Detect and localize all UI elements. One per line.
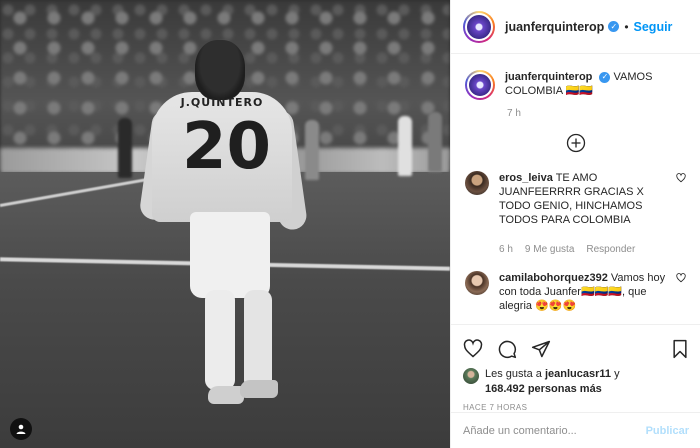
comment-item: eros_leiva TE AMO JUANFEERRRR GRACIAS X … bbox=[465, 171, 686, 257]
liker-avatar[interactable] bbox=[463, 368, 479, 384]
caption-username[interactable]: juanferquinterop bbox=[505, 71, 592, 83]
comment-username[interactable]: eros_leiva bbox=[499, 172, 553, 184]
player-shorts bbox=[190, 212, 270, 298]
commenter-avatar[interactable] bbox=[465, 271, 489, 295]
heart-icon[interactable] bbox=[676, 273, 686, 283]
comment-input[interactable] bbox=[463, 424, 646, 437]
caption: juanferquinterop ✓ VAMOS COLOMBIA 🇨🇴🇨🇴 bbox=[465, 70, 686, 100]
author-username[interactable]: juanferquinterop bbox=[505, 20, 604, 34]
likes-prefix: Les gusta a bbox=[485, 368, 542, 380]
post-sidebar: juanferquinterop ✓ • Seguir juanferquint… bbox=[450, 0, 700, 448]
share-icon[interactable] bbox=[531, 339, 551, 359]
comment-text: eros_leiva TE AMO JUANFEERRRR GRACIAS X … bbox=[499, 171, 670, 257]
likes-user[interactable]: jeanlucasr11 bbox=[545, 368, 611, 380]
heart-icon[interactable] bbox=[463, 339, 483, 359]
load-more-comments-button[interactable] bbox=[465, 133, 686, 153]
verified-icon: ✓ bbox=[599, 71, 611, 83]
bookmark-icon[interactable] bbox=[671, 339, 689, 359]
commenter-avatar[interactable] bbox=[465, 171, 489, 195]
caption-text: juanferquinterop ✓ VAMOS COLOMBIA 🇨🇴🇨🇴 bbox=[505, 70, 686, 98]
shirt-number: 20 bbox=[182, 110, 272, 184]
background-player bbox=[428, 112, 442, 172]
separator-dot: • bbox=[624, 19, 629, 34]
likes-joiner: y bbox=[614, 368, 620, 380]
likes-count[interactable]: 168.492 personas más bbox=[485, 383, 602, 395]
likes-text: Les gusta a jeanlucasr11 y 168.492 perso… bbox=[485, 367, 620, 397]
add-comment-bar: Publicar bbox=[451, 412, 700, 448]
comment-username[interactable]: camilabohorquez392 bbox=[499, 272, 608, 284]
comment-icon[interactable] bbox=[497, 339, 517, 359]
post-photo[interactable]: J.QUINTERO 20 bbox=[0, 0, 450, 448]
action-bar bbox=[463, 333, 689, 365]
background-player bbox=[305, 120, 319, 180]
author-avatar[interactable] bbox=[465, 70, 495, 100]
post-actions: Les gusta a jeanlucasr11 y 168.492 perso… bbox=[451, 324, 700, 412]
player-boot bbox=[208, 386, 244, 404]
background-player bbox=[398, 116, 412, 176]
comment-text: camilabohorquez392 Vamos hoy con toda Ju… bbox=[499, 271, 670, 313]
player-head bbox=[195, 40, 245, 100]
player-boot bbox=[240, 380, 278, 398]
comment-time[interactable]: 6 h bbox=[499, 243, 513, 257]
comments-section: juanferquinterop ✓ VAMOS COLOMBIA 🇨🇴🇨🇴 7… bbox=[451, 54, 700, 330]
comment-likes[interactable]: 9 Me gusta bbox=[525, 243, 574, 257]
verified-icon: ✓ bbox=[608, 21, 620, 32]
post-header: juanferquinterop ✓ • Seguir bbox=[451, 0, 700, 54]
publish-button[interactable]: Publicar bbox=[646, 425, 689, 437]
heart-icon[interactable] bbox=[676, 173, 686, 183]
post-time[interactable]: HACE 7 HORAS bbox=[463, 403, 689, 412]
author-avatar[interactable] bbox=[463, 10, 495, 43]
plus-circle-icon bbox=[566, 133, 585, 153]
comment-meta: 6 h 9 Me gusta Responder bbox=[499, 243, 670, 257]
likes-summary: Les gusta a jeanlucasr11 y 168.492 perso… bbox=[463, 367, 689, 397]
player-leg bbox=[244, 290, 272, 390]
player-leg bbox=[205, 290, 235, 390]
follow-button[interactable]: Seguir bbox=[634, 20, 673, 34]
background-player bbox=[118, 118, 132, 178]
comment-item: camilabohorquez392 Vamos hoy con toda Ju… bbox=[465, 271, 686, 313]
shirt-name: J.QUINTERO bbox=[180, 96, 264, 109]
reply-button[interactable]: Responder bbox=[586, 243, 635, 257]
user-tag-icon[interactable] bbox=[10, 418, 32, 440]
caption-time[interactable]: 7 h bbox=[507, 108, 686, 119]
